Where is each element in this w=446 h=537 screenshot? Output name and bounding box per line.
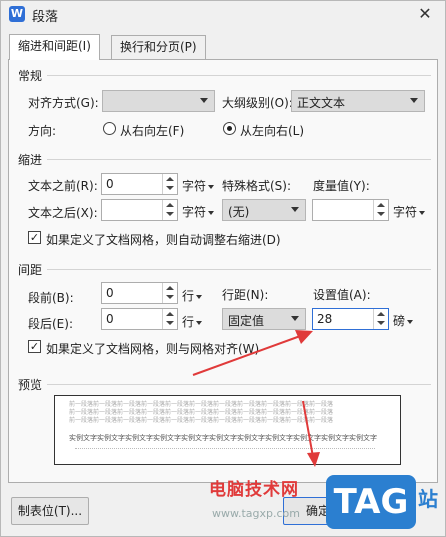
watermark-tag-logo: TAG xyxy=(326,475,416,529)
chevron-down-icon xyxy=(377,212,385,216)
spacing-grid-checkbox[interactable]: ✓ xyxy=(28,340,41,353)
ltr-label[interactable]: 从左向右(L) xyxy=(240,122,304,139)
indent-after-label: 文本之后(X): xyxy=(28,206,98,220)
watermark-url: www.tagxp.com xyxy=(212,507,300,520)
setting-value-unit[interactable]: 磅 xyxy=(393,312,414,329)
divider xyxy=(47,269,431,270)
spacing-before-unit[interactable]: 行 xyxy=(182,287,203,304)
spinner-buttons[interactable] xyxy=(162,174,177,194)
setting-value-input[interactable]: 28 xyxy=(312,308,389,330)
spacing-after-label: 段后(E): xyxy=(28,317,73,331)
spacing-before-input[interactable]: 0 xyxy=(101,282,178,304)
chevron-up-icon xyxy=(166,177,174,181)
chevron-down-icon xyxy=(166,212,174,216)
title-bar: W 段落 ✕ xyxy=(1,1,445,29)
indent-after-unit[interactable]: 字符 xyxy=(182,203,215,220)
indent-grid-checkbox[interactable]: ✓ xyxy=(28,231,41,244)
outline-level-label: 大纲级别(O): xyxy=(222,96,293,110)
caret-down-icon xyxy=(208,184,215,189)
indent-grid-label[interactable]: 如果定义了文档网格，则自动调整右缩进(D) xyxy=(46,231,281,248)
measure-label: 度量值(Y): xyxy=(313,179,370,193)
watermark-suffix: 站 xyxy=(418,487,438,511)
indent-before-label: 文本之前(R): xyxy=(28,179,98,193)
chevron-up-icon xyxy=(166,286,174,290)
special-format-select[interactable]: (无) xyxy=(222,199,306,221)
special-format-label: 特殊格式(S): xyxy=(222,179,292,193)
chevron-up-icon xyxy=(166,203,174,207)
measure-unit[interactable]: 字符 xyxy=(393,203,426,220)
chevron-down-icon xyxy=(410,98,418,103)
alignment-label: 对齐方式(G): xyxy=(28,96,99,110)
chevron-up-icon xyxy=(377,203,385,207)
indent-before-input[interactable]: 0 xyxy=(101,173,178,195)
indent-before-unit[interactable]: 字符 xyxy=(182,177,215,194)
spinner-buttons[interactable] xyxy=(373,309,388,329)
spinner-buttons[interactable] xyxy=(373,200,388,220)
watermark-brand: 电脑技术网 xyxy=(209,480,299,500)
rtl-radio[interactable] xyxy=(103,122,116,135)
annotation-arrows xyxy=(192,330,320,467)
watermark: 电脑技术网 www.tagxp.com TAG 站 xyxy=(204,471,446,537)
chevron-up-icon xyxy=(377,312,385,316)
setting-value-label: 设置值(A): xyxy=(313,288,371,302)
direction-label: 方向: xyxy=(28,124,57,138)
caret-down-icon xyxy=(419,210,426,215)
chevron-down-icon xyxy=(200,98,208,103)
dialog-title: 段落 xyxy=(32,10,59,25)
rtl-label[interactable]: 从右向左(F) xyxy=(120,122,184,139)
arrow-line xyxy=(192,334,304,376)
tab-indent-spacing[interactable]: 缩进和间距(I) xyxy=(9,34,100,60)
chevron-down-icon xyxy=(166,186,174,190)
chevron-up-icon xyxy=(166,312,174,316)
divider xyxy=(47,75,431,76)
close-icon[interactable]: ✕ xyxy=(415,4,435,24)
caret-down-icon xyxy=(407,319,414,324)
spinner-buttons[interactable] xyxy=(162,309,177,329)
tab-line-page-breaks[interactable]: 换行和分页(P) xyxy=(111,35,206,59)
alignment-select[interactable] xyxy=(102,90,215,112)
spinner-buttons[interactable] xyxy=(162,200,177,220)
measure-input[interactable] xyxy=(312,199,389,221)
caret-down-icon xyxy=(196,294,203,299)
tabs-button[interactable]: 制表位(T)... xyxy=(11,497,89,525)
spacing-after-input[interactable]: 0 xyxy=(101,308,178,330)
arrow-line xyxy=(302,400,314,458)
spacing-heading: 间距 xyxy=(18,263,43,277)
indent-after-input[interactable] xyxy=(101,199,178,221)
general-heading: 常规 xyxy=(18,69,43,83)
chevron-down-icon xyxy=(291,207,299,212)
wps-writer-icon: W xyxy=(9,6,25,22)
preview-heading: 预览 xyxy=(18,378,43,392)
indent-heading: 缩进 xyxy=(18,153,43,167)
chevron-down-icon xyxy=(166,321,174,325)
line-spacing-label: 行距(N): xyxy=(222,288,269,302)
caret-down-icon xyxy=(208,210,215,215)
spinner-buttons[interactable] xyxy=(162,283,177,303)
arrow-head xyxy=(307,452,320,467)
outline-level-select[interactable]: 正文文本 xyxy=(291,90,425,112)
paragraph-dialog: W 段落 ✕ 缩进和间距(I) 换行和分页(P) 常规 对齐方式(G): 大纲级… xyxy=(0,0,446,537)
ltr-radio[interactable] xyxy=(223,122,236,135)
chevron-down-icon xyxy=(166,295,174,299)
spacing-before-label: 段前(B): xyxy=(28,291,74,305)
divider xyxy=(47,159,431,160)
chevron-down-icon xyxy=(377,321,385,325)
